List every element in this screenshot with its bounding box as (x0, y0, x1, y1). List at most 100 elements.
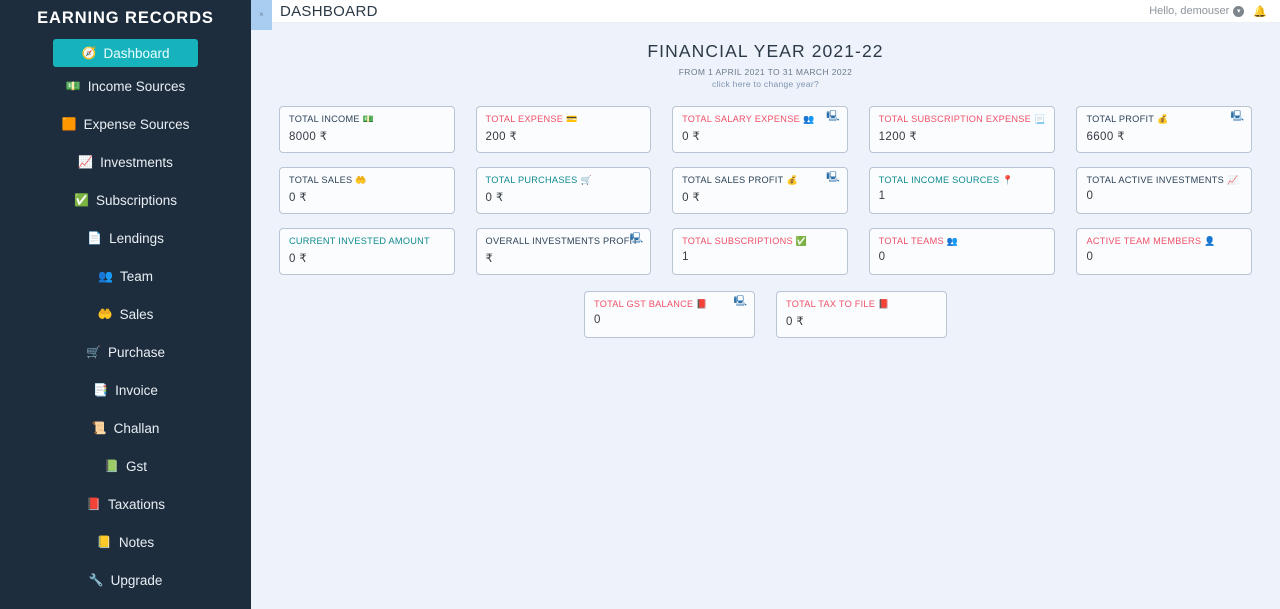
handshake-icon: 🤲 (97, 307, 113, 321)
stat-card-label-row: TOTAL SALARY EXPENSE 👥 (682, 114, 838, 124)
stat-card-label: TOTAL SUBSCRIPTION EXPENSE (878, 114, 1031, 124)
money-bill-icon: 💵 (362, 113, 375, 124)
stat-card[interactable]: TOTAL TAX TO FILE 📕 0 ₹ (776, 291, 947, 338)
handshake-icon: 🤲 (355, 174, 367, 185)
stat-card-label: TOTAL PURCHASES (485, 175, 578, 185)
stat-card-value: 0 ₹ (485, 192, 504, 204)
stat-card-label-row: TOTAL SUBSCRIPTIONS ✅ (682, 236, 838, 246)
stat-card[interactable]: TOTAL TEAMS 👥 0 (868, 228, 1056, 275)
stat-card[interactable]: ACTIVE TEAM MEMBERS 👤 0 (1076, 228, 1252, 275)
stat-card-label: ACTIVE TEAM MEMBERS (1086, 236, 1202, 246)
stat-card[interactable]: TOTAL EXPENSE 💳 200 ₹ (475, 106, 652, 153)
stat-card-grid: TOTAL INCOME 💵 8000 ₹ TOTAL EXPENSE 💳 200 ₹ TO… (279, 106, 1252, 275)
stat-card-label-row: TOTAL INCOME 💵 (289, 114, 445, 124)
sidebar-item-label: Gst (125, 458, 147, 474)
sidebar-item-invoice[interactable]: 📑 Invoice (0, 371, 251, 409)
stat-card[interactable]: TOTAL SALES 🤲 0 ₹ (279, 167, 455, 214)
top-bar-right: Hello, demouser ▾ 🔔 (1149, 5, 1280, 18)
dashboard-content: FINANCIAL YEAR 2021-22 FROM 1 APRIL 2021… (251, 23, 1280, 609)
chevron-down-icon[interactable]: ▾ (1233, 5, 1245, 17)
money-bill-icon: 💵 (65, 79, 81, 93)
change-year-link[interactable]: click here to change year? (279, 79, 1252, 89)
sidebar-item-dashboard[interactable]: 🧭 Dashboard (53, 39, 198, 67)
user-icon: 👤 (1204, 235, 1216, 246)
sidebar-item-label: Lendings (109, 230, 164, 246)
stat-card-value: ₹ (485, 253, 494, 265)
sidebar-item-investments[interactable]: 📈 Investments (0, 143, 251, 181)
stat-card-label: OVERALL INVESTMENTS PROFIT (485, 236, 639, 246)
stat-card-label-row: TOTAL ACTIVE INVESTMENTS 📈 (1086, 175, 1242, 185)
sidebar-item-taxations[interactable]: 📕 Taxations (0, 485, 251, 523)
stat-card-label-row: TOTAL EXPENSE 💳 (486, 114, 642, 124)
sidebar-item-upgrade[interactable]: 🔧 Upgrade (0, 561, 251, 599)
user-greeting: Hello, demouser (1149, 5, 1230, 17)
credit-card-icon: 💳 (566, 113, 578, 124)
sidebar-item-label: Expense Sources (83, 116, 190, 132)
stat-card-value: 0 ₹ (682, 192, 701, 204)
sidebar-item-lendings[interactable]: 📄 Lendings (0, 219, 251, 257)
sidebar-item-label: Subscriptions (95, 192, 177, 208)
stat-card[interactable]: TOTAL SALARY EXPENSE 👥 0 ₹ 🖳 (672, 106, 848, 153)
sidebar-item-label: Investments (100, 154, 173, 170)
stat-card[interactable]: TOTAL INCOME SOURCES 📍 1 (868, 167, 1056, 214)
calculator-icon[interactable]: 🖳 (734, 297, 747, 307)
sidebar-item-income-sources[interactable]: 💵 Income Sources (0, 67, 251, 105)
sidebar-item-subscriptions[interactable]: ✅ Subscriptions (0, 181, 251, 219)
user-menu[interactable]: Hello, demouser ▾ (1149, 5, 1245, 17)
sidebar-item-purchase[interactable]: 🛒 Purchase (0, 333, 251, 371)
sidebar-item-label: Sales (119, 306, 154, 322)
calculator-icon[interactable]: 🖳 (1231, 112, 1244, 122)
location-pin-icon: 📍 (1002, 174, 1014, 185)
stat-card-label-row: TOTAL SALES 🤲 (289, 175, 445, 185)
stat-card-label-row: TOTAL SALES PROFIT 💰 (682, 175, 838, 185)
stat-card-value: 0 ₹ (289, 253, 308, 265)
stat-card-label: TOTAL ACTIVE INVESTMENTS (1086, 175, 1224, 185)
financial-year-selector[interactable]: FINANCIAL YEAR 2021-22 FROM 1 APRIL 2021… (279, 23, 1252, 97)
cart-icon: 🛒 (580, 174, 592, 185)
stat-card[interactable]: TOTAL SALES PROFIT 💰 0 ₹ 🖳 (672, 167, 848, 214)
stat-card-label-row: TOTAL TEAMS 👥 (879, 236, 1046, 246)
chart-line-icon: 📈 (1227, 174, 1239, 185)
calculator-icon[interactable]: 🖳 (630, 234, 643, 244)
stat-card[interactable]: CURRENT INVESTED AMOUNT 0 ₹ (279, 228, 455, 275)
sidebar-item-team[interactable]: 👥 Team (0, 257, 251, 295)
wrench-icon: 🔧 (88, 573, 104, 587)
stat-card-label: TOTAL TEAMS (878, 236, 944, 246)
bell-icon[interactable]: 🔔 (1253, 5, 1267, 18)
sidebar-item-gst[interactable]: 📗 Gst (0, 447, 251, 485)
sidebar-collapse-button[interactable]: × (251, 0, 272, 30)
scroll-icon: 📜 (91, 421, 107, 435)
financial-year-title: FINANCIAL YEAR 2021-22 (647, 41, 884, 61)
sidebar-item-notes[interactable]: 📒 Notes (0, 523, 251, 561)
sidebar-item-sales[interactable]: 🤲 Sales (0, 295, 251, 333)
stat-card-value: 0 (878, 251, 886, 263)
calculator-icon[interactable]: 🖳 (826, 173, 839, 183)
stat-card[interactable]: TOTAL INCOME 💵 8000 ₹ (279, 106, 455, 153)
stat-card-label: TOTAL GST BALANCE (594, 299, 694, 309)
sidebar-item-expense-sources[interactable]: 🟧 Expense Sources (0, 105, 251, 143)
stat-card[interactable]: TOTAL ACTIVE INVESTMENTS 📈 0 (1076, 167, 1252, 214)
sidebar-item-label: Challan (113, 420, 160, 436)
calculator-icon[interactable]: 🖳 (826, 112, 839, 122)
stat-card[interactable]: OVERALL INVESTMENTS PROFIT ₹ 🖳 (475, 228, 652, 275)
stat-card-value: 6600 ₹ (1086, 131, 1125, 143)
sidebar-item-challan[interactable]: 📜 Challan (0, 409, 251, 447)
stat-card[interactable]: TOTAL GST BALANCE 📕 0 🖳 (584, 291, 755, 338)
users-icon: 👥 (946, 235, 959, 246)
notes-icon: 📒 (96, 535, 112, 549)
coins-icon: 💰 (786, 174, 798, 185)
stat-card-label-row: TOTAL GST BALANCE 📕 (594, 299, 745, 309)
stat-card[interactable]: TOTAL PURCHASES 🛒 0 ₹ (475, 167, 652, 214)
stat-card-value: 0 ₹ (289, 192, 308, 204)
stat-card-label: TOTAL INCOME (289, 114, 360, 124)
stat-card-value: 0 (1086, 251, 1094, 263)
stat-card-value: 1 (682, 251, 689, 263)
stat-card[interactable]: TOTAL SUBSCRIPTIONS ✅ 1 (672, 228, 848, 275)
users-icon: 👥 (802, 113, 815, 124)
stat-card-value: 0 ₹ (682, 131, 701, 143)
coins-icon: 💰 (1157, 113, 1169, 124)
stat-card[interactable]: TOTAL SUBSCRIPTION EXPENSE 📃 1200 ₹ (868, 106, 1056, 153)
stat-card-label: TOTAL PROFIT (1086, 114, 1155, 124)
stat-card[interactable]: TOTAL PROFIT 💰 6600 ₹ 🖳 (1076, 106, 1252, 153)
stat-card-value: 8000 ₹ (289, 131, 328, 143)
